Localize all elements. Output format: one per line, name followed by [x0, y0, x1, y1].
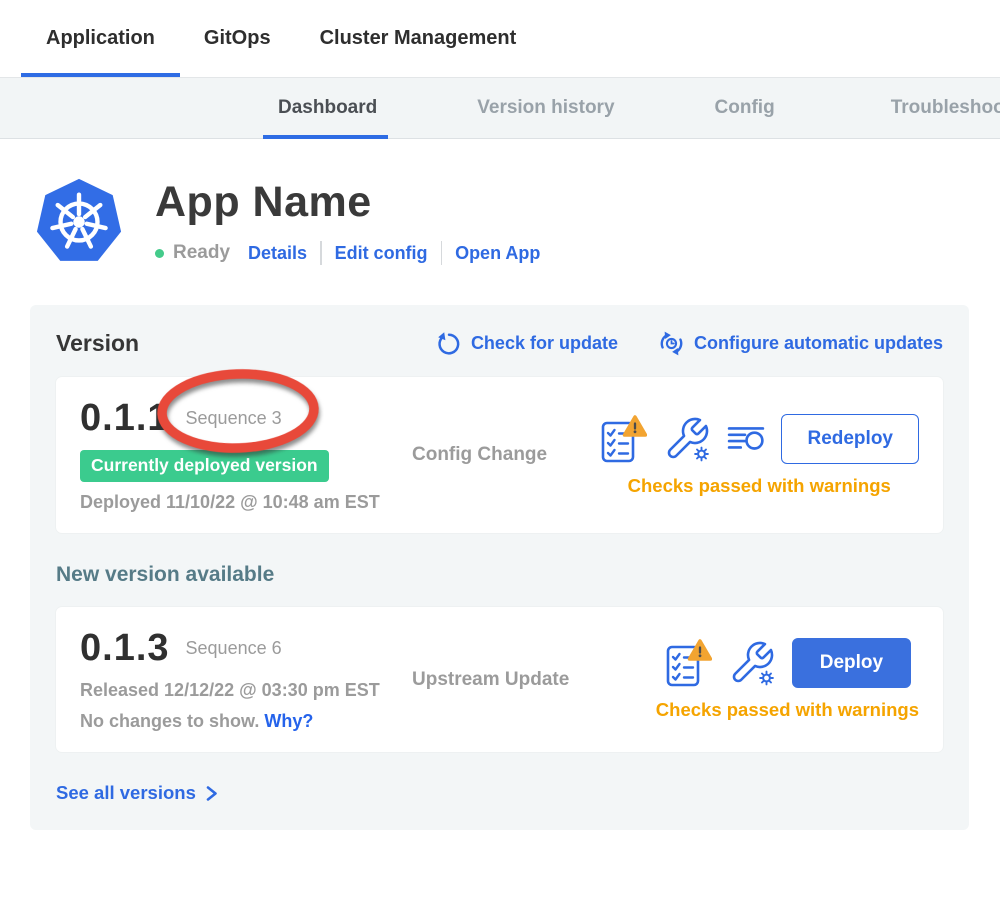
chevron-right-icon — [204, 784, 219, 803]
tab-dashboard[interactable]: Dashboard — [278, 78, 377, 138]
app-status-row: Ready Details Edit config Open App — [155, 241, 540, 265]
open-app-link[interactable]: Open App — [455, 243, 540, 264]
available-version-sequence: Sequence 6 — [186, 638, 282, 659]
ready-status-dot — [155, 249, 164, 258]
dashboard-page: Application GitOps Cluster Management Da… — [0, 0, 1000, 898]
version-panel-actions: Check for update Configure automat — [396, 330, 943, 357]
see-all-versions-label: See all versions — [56, 782, 196, 804]
deployed-timestamp: Deployed 11/10/22 @ 10:48 am EST — [80, 492, 412, 513]
auto-update-clock-icon — [658, 330, 685, 357]
current-version-sequence: Sequence 3 — [186, 408, 282, 429]
view-diff-icon[interactable] — [727, 423, 765, 455]
tab-config[interactable]: Config — [715, 78, 775, 138]
details-link[interactable]: Details — [248, 243, 307, 264]
configure-automatic-updates-label: Configure automatic updates — [694, 333, 943, 354]
preflight-checks-warning-icon[interactable] — [664, 638, 712, 688]
new-version-heading: New version available — [56, 563, 943, 587]
available-version-actions: Deploy Checks passed with warnings — [656, 638, 919, 721]
released-timestamp: Released 12/12/22 @ 03:30 pm EST — [80, 680, 412, 701]
config-wrench-gear-icon[interactable] — [663, 415, 711, 463]
tab-version-history[interactable]: Version history — [477, 78, 614, 138]
available-version-card: 0.1.3 Sequence 6 Released 12/12/22 @ 03:… — [56, 607, 943, 752]
tab-gitops[interactable]: GitOps — [204, 0, 271, 77]
current-version-number: 0.1.1 — [80, 397, 170, 440]
available-version-info: 0.1.3 Sequence 6 Released 12/12/22 @ 03:… — [80, 627, 412, 732]
available-checks-status: Checks passed with warnings — [656, 699, 919, 721]
version-panel-title: Version — [56, 330, 139, 357]
divider — [320, 241, 322, 265]
current-checks-status: Checks passed with warnings — [628, 475, 891, 497]
see-all-versions-link[interactable]: See all versions — [56, 782, 943, 804]
no-changes-text: No changes to show. — [80, 711, 259, 731]
version-panel: Version Check for update — [30, 305, 969, 830]
current-version-info: 0.1.1 Sequence 3 Currently deployed vers… — [80, 397, 412, 513]
ready-status-label: Ready — [173, 242, 230, 264]
available-version-number: 0.1.3 — [80, 627, 170, 670]
refresh-icon — [436, 331, 462, 357]
tab-troubleshoot[interactable]: Troubleshoot — [891, 78, 1000, 138]
deploy-button[interactable]: Deploy — [792, 638, 911, 688]
version-panel-header: Version Check for update — [56, 330, 943, 357]
primary-nav: Application GitOps Cluster Management — [0, 0, 1000, 77]
configure-automatic-updates-button[interactable]: Configure automatic updates — [658, 330, 943, 357]
redeploy-button[interactable]: Redeploy — [781, 414, 919, 464]
no-changes-row: No changes to show. Why? — [80, 711, 412, 732]
currently-deployed-badge: Currently deployed version — [80, 450, 329, 482]
app-header: App Name Ready Details Edit config Open … — [35, 176, 1000, 273]
check-for-update-label: Check for update — [471, 333, 618, 354]
app-title: App Name — [155, 178, 540, 227]
preflight-checks-warning-icon[interactable] — [599, 414, 647, 464]
edit-config-link[interactable]: Edit config — [335, 243, 428, 264]
check-for-update-button[interactable]: Check for update — [436, 331, 618, 357]
config-wrench-gear-icon[interactable] — [728, 639, 776, 687]
current-version-source: Config Change — [412, 444, 547, 466]
available-version-source: Upstream Update — [412, 669, 569, 691]
kubernetes-logo — [35, 176, 123, 273]
current-version-card: 0.1.1 Sequence 3 Currently deployed vers… — [56, 377, 943, 533]
secondary-nav: Dashboard Version history Config Trouble… — [0, 77, 1000, 139]
tab-cluster-management[interactable]: Cluster Management — [320, 0, 517, 77]
current-version-actions: Redeploy Checks passed with warnings — [599, 414, 919, 497]
tab-application[interactable]: Application — [46, 0, 155, 77]
divider — [441, 241, 443, 265]
why-link[interactable]: Why? — [264, 711, 313, 731]
